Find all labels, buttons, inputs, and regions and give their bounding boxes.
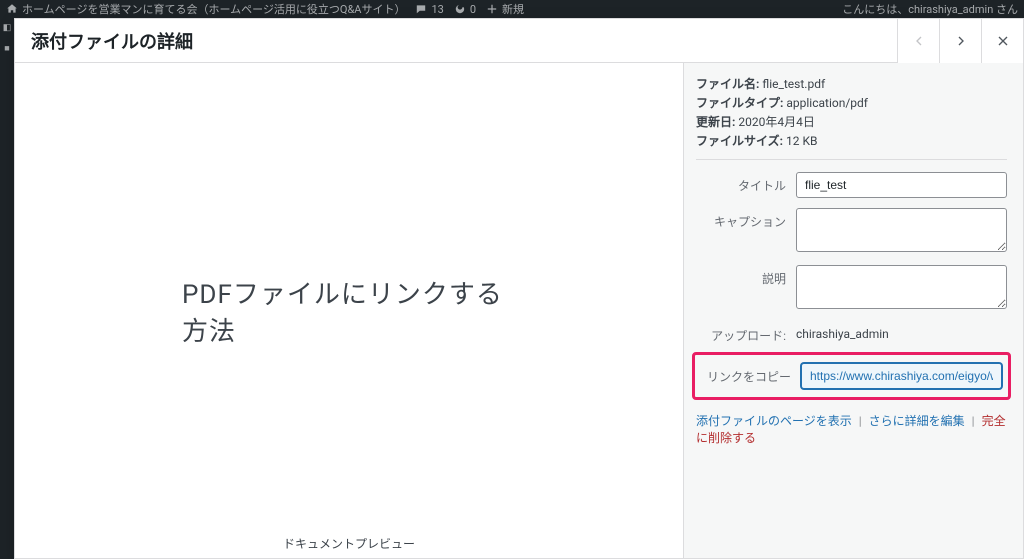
- filesize-value: 12 KB: [786, 134, 817, 148]
- comment-icon: [415, 3, 427, 15]
- comments-count: 13: [431, 3, 443, 16]
- upload-label: アップロード:: [696, 322, 796, 344]
- uploaded-by-row: アップロード: chirashiya_admin: [696, 322, 1007, 344]
- prev-attachment-button: [897, 19, 939, 63]
- attachment-actions: 添付ファイルのページを表示 | さらに詳細を編集 | 完全に削除する: [696, 412, 1007, 446]
- site-title[interactable]: ホームページを営業マンに育てる会（ホームページ活用に役立つQ&Aサイト）: [6, 1, 405, 17]
- document-preview-caption: ドキュメントプレビュー: [283, 535, 415, 552]
- updates-indicator[interactable]: 0: [454, 3, 476, 16]
- plus-icon: [486, 3, 498, 15]
- title-input[interactable]: [796, 172, 1007, 198]
- description-field-row: 説明: [696, 265, 1007, 312]
- modal-title: 添付ファイルの詳細: [31, 28, 897, 54]
- upload-value: chirashiya_admin: [796, 322, 1007, 341]
- site-title-text: ホームページを営業マンに育てる会（ホームページ活用に役立つQ&Aサイト）: [22, 1, 405, 17]
- new-label: 新規: [502, 1, 524, 17]
- close-icon: [995, 33, 1011, 49]
- divider: [696, 159, 1007, 160]
- filetype-value: application/pdf: [786, 96, 868, 110]
- new-content-button[interactable]: 新規: [486, 1, 524, 17]
- filetype-label: ファイルタイプ:: [696, 96, 783, 110]
- description-textarea[interactable]: [796, 265, 1007, 309]
- modal-header: 添付ファイルの詳細: [15, 19, 1023, 63]
- filename-value: flie_test.pdf: [762, 77, 825, 91]
- attachment-details-modal: 添付ファイルの詳細 PDFファイルにリンクする方法 ドキュメントプレビュー ファ…: [14, 18, 1024, 559]
- chevron-left-icon: [911, 33, 927, 49]
- copy-link-input[interactable]: [801, 363, 1002, 389]
- title-label: タイトル: [696, 172, 796, 194]
- description-label: 説明: [696, 265, 796, 287]
- copy-link-row: リンクをコピー: [701, 363, 1002, 389]
- detail-pane: ファイル名: flie_test.pdf ファイルタイプ: applicatio…: [683, 63, 1023, 558]
- preview-pane: PDFファイルにリンクする方法 ドキュメントプレビュー: [15, 63, 683, 558]
- comments-indicator[interactable]: 13: [415, 3, 443, 16]
- chevron-right-icon: [953, 33, 969, 49]
- caption-label: キャプション: [696, 208, 796, 230]
- user-greeting[interactable]: こんにちは、chirashiya_admin さん: [842, 1, 1018, 17]
- separator: |: [859, 414, 862, 428]
- admin-bar: ホームページを営業マンに育てる会（ホームページ活用に役立つQ&Aサイト） 13 …: [0, 0, 1024, 18]
- document-preview-headline: PDFファイルにリンクする方法: [182, 274, 516, 348]
- copy-link-highlight: リンクをコピー: [692, 352, 1011, 400]
- next-attachment-button[interactable]: [939, 19, 981, 63]
- updated-label: 更新日:: [696, 115, 735, 129]
- title-field-row: タイトル: [696, 172, 1007, 198]
- admin-sidebar-sliver: ◧ ■: [0, 18, 14, 559]
- updated-value: 2020年4月4日: [738, 115, 814, 129]
- copy-link-label: リンクをコピー: [701, 363, 801, 385]
- refresh-icon: [454, 3, 466, 15]
- filename-label: ファイル名:: [696, 77, 759, 91]
- edit-more-link[interactable]: さらに詳細を編集: [869, 414, 965, 428]
- home-icon: [6, 3, 18, 15]
- modal-body: PDFファイルにリンクする方法 ドキュメントプレビュー ファイル名: flie_…: [15, 63, 1023, 558]
- view-attachment-link[interactable]: 添付ファイルのページを表示: [696, 414, 852, 428]
- caption-field-row: キャプション: [696, 208, 1007, 255]
- close-button[interactable]: [981, 19, 1023, 63]
- attachment-meta: ファイル名: flie_test.pdf ファイルタイプ: applicatio…: [696, 75, 1007, 149]
- separator: |: [972, 414, 975, 428]
- filesize-label: ファイルサイズ:: [696, 134, 783, 148]
- updates-count: 0: [470, 3, 476, 16]
- caption-textarea[interactable]: [796, 208, 1007, 252]
